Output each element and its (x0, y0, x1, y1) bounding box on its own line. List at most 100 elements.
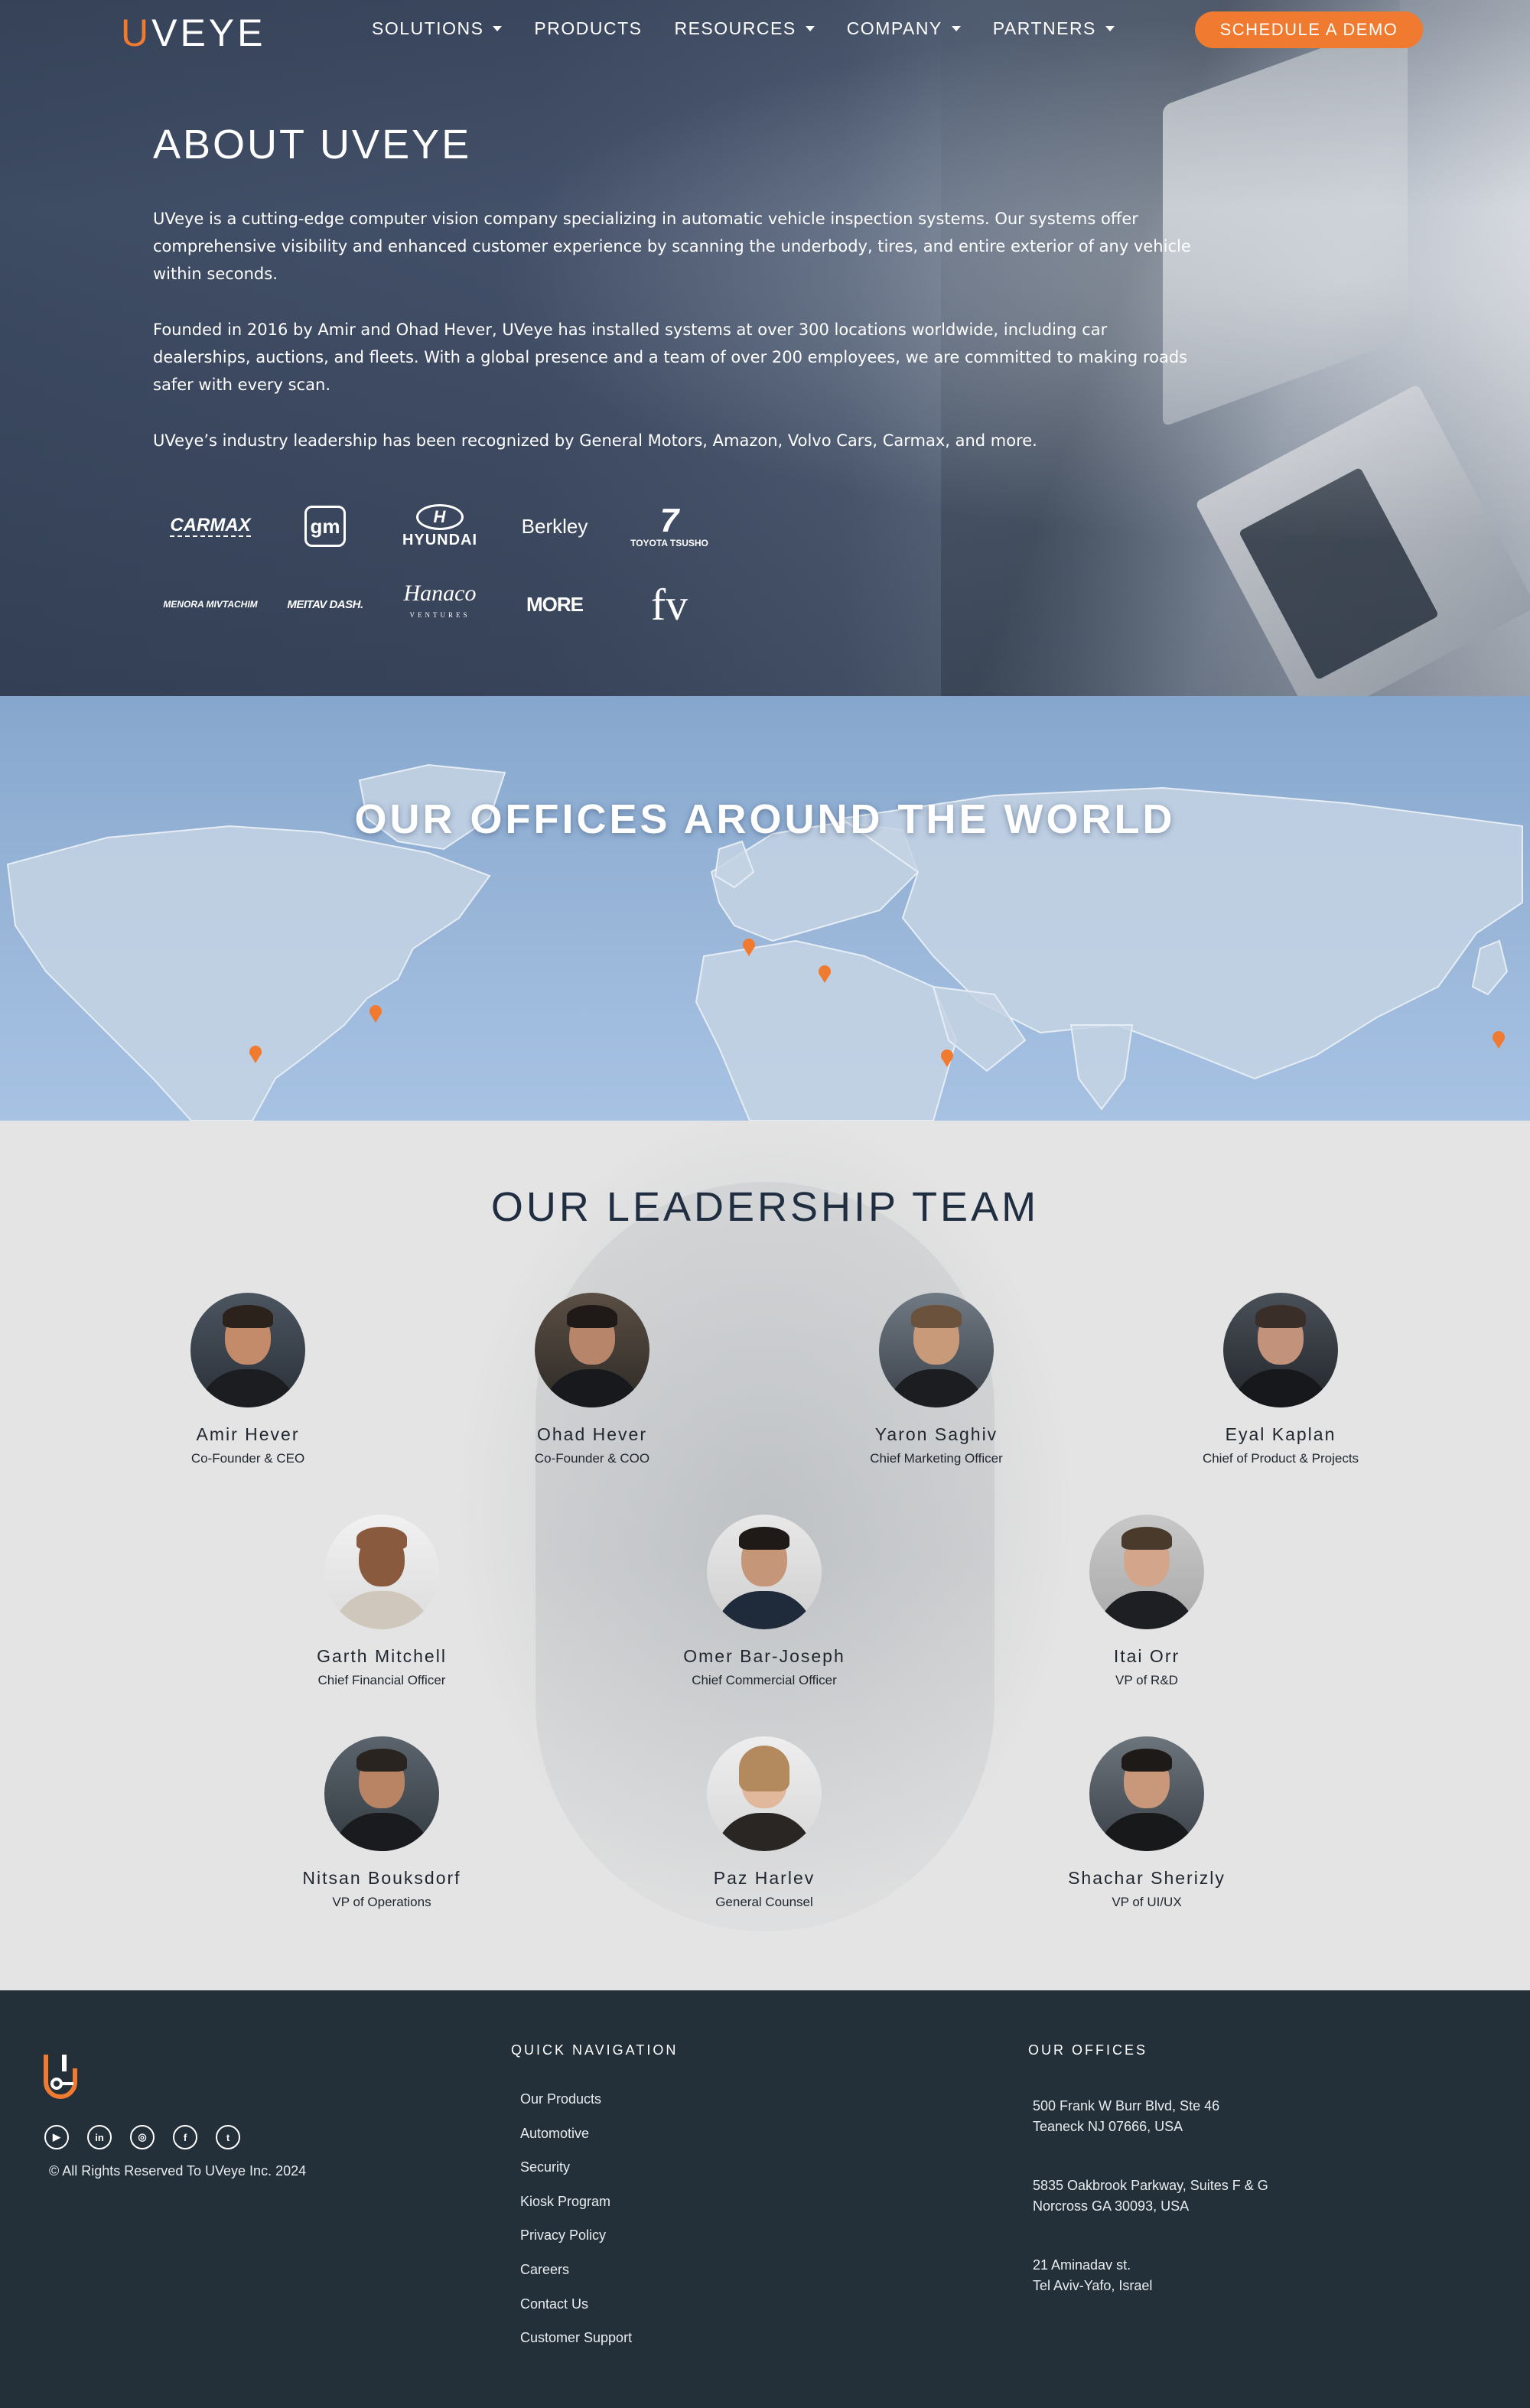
avatar[interactable] (324, 1736, 439, 1851)
avatar[interactable] (707, 1736, 822, 1851)
gm-logo: gm (268, 497, 382, 555)
facebook-icon[interactable]: f (173, 2125, 197, 2149)
member-role: Co-Founder & CEO (190, 1451, 305, 1466)
avatar[interactable] (190, 1293, 305, 1407)
avatar[interactable] (707, 1515, 822, 1629)
team-member-card: Paz Harlev General Counsel (649, 1736, 879, 1910)
uveye-logo[interactable]: UVEYE (121, 11, 266, 55)
member-name: Garth Mitchell (317, 1646, 447, 1666)
nav-company[interactable]: COMPANY (847, 18, 961, 39)
chevron-down-icon (805, 26, 815, 31)
carmax-logo: CARMAX (170, 515, 251, 537)
quick-navigation-heading: QUICK NAVIGATION (511, 2042, 679, 2058)
member-role: Chief Marketing Officer (870, 1451, 1003, 1466)
member-name: Eyal Kaplan (1225, 1424, 1336, 1444)
toyota-tsusho-logo: 7 TOYOTA TSUSHO (630, 502, 708, 549)
about-paragraph: Founded in 2016 by Amir and Ohad Hever, … (153, 321, 1188, 394)
footer-link-security[interactable]: Security (520, 2158, 632, 2192)
member-role: Chief Commercial Officer (692, 1673, 837, 1687)
our-offices-heading: OUR OFFICES (1028, 2042, 1148, 2058)
main-menu: SOLUTIONS PRODUCTS RESOURCES COMPANY PAR… (372, 18, 1115, 39)
partner-logos-row: MENORA MIVTACHIM MEITAV DASH. Hanaco VENT… (153, 575, 727, 633)
member-name: Omer Bar-Joseph (683, 1646, 845, 1666)
avatar[interactable] (535, 1293, 649, 1407)
footer-link-automotive[interactable]: Automotive (520, 2124, 632, 2159)
team-member-card: Amir Hever Co-Founder & CEO (133, 1293, 363, 1466)
page-title: ABOUT UVEYE (153, 122, 472, 168)
youtube-icon[interactable]: ▶ (44, 2125, 69, 2149)
hyundai-logo: H HYUNDAI (382, 497, 497, 555)
nav-partners[interactable]: PARTNERS (993, 18, 1115, 39)
quick-navigation-list: Our Products Automotive Security Kiosk P… (520, 2090, 632, 2363)
about-hero: UVEYE SOLUTIONS PRODUCTS RESOURCES COMPA… (0, 0, 1530, 696)
member-name: Itai Orr (1113, 1646, 1180, 1666)
nav-resources[interactable]: RESOURCES (674, 18, 815, 39)
top-navigation: UVEYE SOLUTIONS PRODUCTS RESOURCES COMPA… (0, 0, 1530, 60)
offices-title: OUR OFFICES AROUND THE WORLD (354, 796, 1176, 842)
instagram-icon[interactable]: ◎ (130, 2125, 155, 2149)
member-name: Nitsan Bouksdorf (302, 1868, 461, 1888)
team-member-card: Nitsan Bouksdorf VP of Operations (267, 1736, 496, 1910)
linkedin-icon[interactable]: in (87, 2125, 112, 2149)
site-footer: ▶ in ◎ f t © All Rights Reserved To UVey… (0, 1990, 1530, 2408)
hanaco-logo: Hanaco VENTURES (403, 581, 477, 620)
member-role: General Counsel (715, 1895, 813, 1909)
more-logo: MORE (526, 592, 584, 616)
partner-logos-row: CARMAX gm H HYUNDAI Berkley 7 TOYOTA TSUSH… (153, 497, 727, 555)
avatar[interactable] (324, 1515, 439, 1629)
social-links: ▶ in ◎ f t (44, 2125, 240, 2149)
office-address: 21 Aminadav st. Tel Aviv-Yafo, Israel (1033, 2257, 1153, 2293)
about-paragraph: UVeye is a cutting-edge computer vision … (153, 210, 1191, 283)
menora-logo: MENORA MIVTACHIM (163, 598, 258, 610)
member-role: Co-Founder & COO (534, 1451, 650, 1466)
member-name: Paz Harlev (713, 1868, 815, 1888)
footer-link-privacy-policy[interactable]: Privacy Policy (520, 2226, 632, 2260)
footer-link-our-products[interactable]: Our Products (520, 2090, 632, 2124)
meitav-dash-logo: MEITAV DASH. (287, 597, 363, 611)
team-member-card: Garth Mitchell Chief Financial Officer (267, 1515, 496, 1688)
nav-solutions[interactable]: SOLUTIONS (372, 18, 503, 39)
footer-link-customer-support[interactable]: Customer Support (520, 2328, 632, 2363)
member-role: Chief of Product & Projects (1202, 1451, 1359, 1466)
leadership-title: OUR LEADERSHIP TEAM (490, 1184, 1040, 1230)
team-member-card: Shachar Sherizly VP of UI/UX (1032, 1736, 1261, 1910)
office-address: 500 Frank W Burr Blvd, Ste 46 Teaneck NJ… (1033, 2098, 1220, 2134)
berkley-logo: Berkley (521, 514, 588, 538)
member-name: Shachar Sherizly (1068, 1868, 1226, 1888)
avatar[interactable] (879, 1293, 994, 1407)
avatar[interactable] (1223, 1293, 1338, 1407)
team-member-card: Omer Bar-Joseph Chief Commercial Officer (649, 1515, 879, 1688)
world-map (6, 763, 1523, 1121)
office-addresses: 500 Frank W Burr Blvd, Ste 46 Teaneck NJ… (1033, 2096, 1268, 2335)
pin-marker-icon[interactable] (1493, 1031, 1505, 1049)
member-name: Ohad Hever (536, 1424, 647, 1444)
chevron-down-icon (951, 26, 961, 31)
fv-logo: fv (650, 579, 688, 630)
schedule-demo-button[interactable]: SCHEDULE A DEMO (1195, 11, 1423, 48)
avatar[interactable] (1089, 1736, 1204, 1851)
offices-map-section: OUR OFFICES AROUND THE WORLD (0, 696, 1530, 1121)
team-member-card: Yaron Saghiv Chief Marketing Officer (822, 1293, 1051, 1466)
member-role: Chief Financial Officer (317, 1673, 446, 1687)
team-member-card: Itai Orr VP of R&D (1032, 1515, 1261, 1688)
leadership-section: OUR LEADERSHIP TEAM Amir Hever Co-Founde… (0, 1121, 1530, 1990)
about-paragraph: UVeye’s industry leadership has been rec… (153, 431, 1037, 450)
member-name: Yaron Saghiv (874, 1424, 998, 1444)
member-role: VP of Operations (332, 1895, 431, 1909)
member-role: VP of R&D (1115, 1673, 1178, 1687)
twitter-icon[interactable]: t (216, 2125, 240, 2149)
footer-link-contact-us[interactable]: Contact Us (520, 2295, 632, 2329)
uveye-icon-logo[interactable] (41, 2052, 80, 2100)
footer-link-careers[interactable]: Careers (520, 2260, 632, 2295)
member-role: VP of UI/UX (1112, 1895, 1182, 1909)
member-name: Amir Hever (196, 1424, 300, 1444)
office-address: 5835 Oakbrook Parkway, Suites F & G Norc… (1033, 2178, 1268, 2214)
footer-link-kiosk-program[interactable]: Kiosk Program (520, 2192, 632, 2227)
chevron-down-icon (493, 26, 503, 31)
team-member-card: Ohad Hever Co-Founder & COO (477, 1293, 707, 1466)
pin-marker-icon[interactable] (369, 1005, 382, 1023)
chevron-down-icon (1105, 26, 1115, 31)
nav-products[interactable]: PRODUCTS (534, 18, 642, 39)
copyright: © All Rights Reserved To UVeye Inc. 2024 (49, 2163, 307, 2179)
avatar[interactable] (1089, 1515, 1204, 1629)
